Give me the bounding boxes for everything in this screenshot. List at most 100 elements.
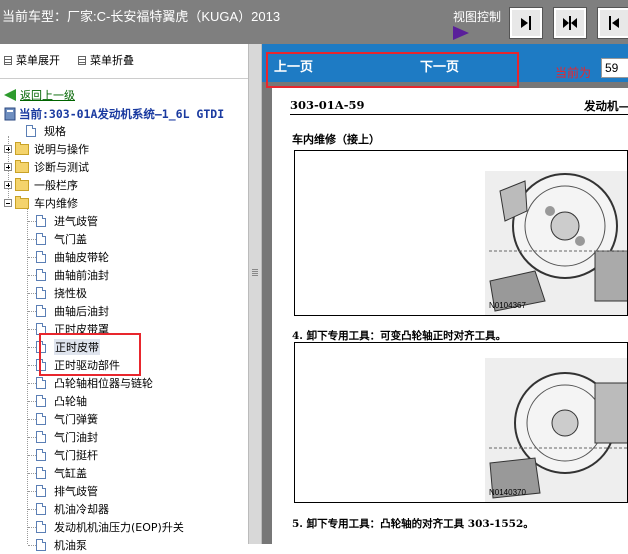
page-header: 发动机— <box>584 99 628 113</box>
expand-toggle-icon[interactable] <box>4 181 12 189</box>
tree-item-label: 气门盖 <box>54 233 87 246</box>
expand-toggle-icon[interactable] <box>4 163 12 171</box>
tree-connector <box>28 347 36 348</box>
back-link[interactable]: 返回上一级 <box>4 87 75 103</box>
document-icon <box>36 377 46 389</box>
tree-item[interactable]: 气门挺杆 <box>36 446 98 464</box>
tree-item[interactable]: 曲轴皮带轮 <box>36 248 109 266</box>
content-panel: 上一页 下一页 当前为 303-01A-59 发动机— 车内维修（接上） N01… <box>262 44 628 544</box>
tree-connector <box>28 545 36 546</box>
expand-right-button[interactable] <box>509 7 543 39</box>
tree-connector <box>28 401 36 402</box>
document-icon <box>36 395 46 407</box>
folder-icon <box>15 177 29 191</box>
tree-item-label: 气门弹簧 <box>54 413 98 426</box>
tree-item-label: 进气歧管 <box>54 215 98 228</box>
step-4: 4. 卸下专用工具：可变凸轮轴正时对齐工具。 <box>292 330 507 342</box>
document-icon <box>36 305 46 317</box>
section-title: 车内维修（接上） <box>292 133 380 146</box>
tree-item-label: 规格 <box>44 125 66 138</box>
tree-item-label: 气门挺杆 <box>54 449 98 462</box>
expand-left-button[interactable] <box>597 7 628 39</box>
split-view-icon <box>563 16 577 30</box>
menu-collapse-button[interactable]: 菜单折叠 <box>78 52 134 68</box>
document-icon <box>36 485 46 497</box>
tree-item-spec[interactable]: 规格 <box>26 122 66 140</box>
tree-item[interactable]: 凸轮轴 <box>36 392 87 410</box>
document-icon <box>36 215 46 227</box>
current-page-input[interactable] <box>601 58 628 78</box>
expand-toggle-icon[interactable] <box>4 145 12 153</box>
tree-connector <box>28 527 36 528</box>
tree-folder-label: 一般栏序 <box>34 179 78 192</box>
list-icon <box>4 55 12 65</box>
panel-splitter[interactable] <box>248 44 262 544</box>
highlight-box <box>266 52 519 88</box>
tree-connector <box>28 329 36 330</box>
camshaft-gear-illustration <box>485 171 627 315</box>
current-page-label: 当前为 <box>555 66 592 80</box>
tree-item[interactable]: 挠性极 <box>36 284 87 302</box>
tree-item-label: 气门油封 <box>54 431 98 444</box>
tree-item-label: 曲轴前油封 <box>54 269 109 282</box>
tree-item[interactable]: 气门盖 <box>36 230 87 248</box>
collapse-left-icon <box>521 16 531 30</box>
tree-folder[interactable]: 诊断与测试 <box>4 158 89 176</box>
tree-item[interactable]: 曲轴前油封 <box>36 266 109 284</box>
collapse-toggle-icon[interactable] <box>4 199 12 207</box>
document-icon <box>36 413 46 425</box>
tree-connector <box>28 311 36 312</box>
folder-open-icon <box>15 195 29 209</box>
document-icon <box>36 539 46 551</box>
current-path: 当前:303-01A发动机系统—1_6L GTDI <box>4 106 224 122</box>
header-rule <box>290 114 628 115</box>
document-icon <box>26 125 36 137</box>
tree-folder[interactable]: 一般栏序 <box>4 176 78 194</box>
figure-2: N0140370 <box>294 342 628 503</box>
tree-connector <box>28 275 36 276</box>
tree-connector <box>28 383 36 384</box>
tree-item-label: 排气歧管 <box>54 485 98 498</box>
tree-connector <box>28 221 36 222</box>
tree-item-label: 凸轮轴 <box>54 395 87 408</box>
tree-item[interactable]: 机油冷却器 <box>36 500 109 518</box>
tree-item[interactable]: 发动机机油压力(EOP)升关 <box>36 518 184 536</box>
tree-connector <box>28 239 36 240</box>
folder-icon <box>15 159 29 173</box>
tree-item-label: 凸轮轴相位器与链轮 <box>54 377 153 390</box>
tree-item[interactable]: 机油泵 <box>36 536 87 554</box>
tree-connector <box>28 509 36 510</box>
tree-connector <box>28 473 36 474</box>
menu-expand-label: 菜单展开 <box>16 54 60 67</box>
tree-item[interactable]: 排气歧管 <box>36 482 98 500</box>
tree-item[interactable]: 曲轴后油封 <box>36 302 109 320</box>
tree-connector <box>28 257 36 258</box>
tree-item[interactable]: 凸轮轴相位器与链轮 <box>36 374 153 392</box>
figure-id: N0104367 <box>489 301 526 310</box>
tree-item[interactable]: 气门弹簧 <box>36 410 98 428</box>
document-icon <box>36 467 46 479</box>
current-vehicle-title: 当前车型：厂家:C-长安福特翼虎（KUGA）2013 <box>2 9 281 24</box>
view-control-label: 视图控制 <box>453 10 502 24</box>
tree-item[interactable]: 进气歧管 <box>36 212 98 230</box>
tree-connector <box>28 365 36 366</box>
split-view-button[interactable] <box>553 7 587 39</box>
document-icon <box>36 449 46 461</box>
book-icon <box>4 107 16 121</box>
top-header: 当前车型：厂家:C-长安福特翼虎（KUGA）2013 视图控制 <box>0 0 628 44</box>
tree-item[interactable]: 气缸盖 <box>36 464 87 482</box>
tree-item-label: 发动机机油压力(EOP)升关 <box>54 521 184 534</box>
menu-expand-button[interactable]: 菜单展开 <box>4 52 60 68</box>
manual-page: 303-01A-59 发动机— 车内维修（接上） N0104367 4. 卸下专… <box>272 88 628 544</box>
view-control-arrow-icon <box>453 26 469 40</box>
tree-folder[interactable]: 说明与操作 <box>4 140 89 158</box>
document-icon <box>36 287 46 299</box>
document-icon <box>36 251 46 263</box>
step-5: 5. 卸下专用工具：凸轮轴的对齐工具 303-1552。 <box>292 518 534 530</box>
tree-item-label: 曲轴皮带轮 <box>54 251 109 264</box>
tree-item[interactable]: 气门油封 <box>36 428 98 446</box>
tree-folder-expanded[interactable]: 车内维修 <box>4 194 78 212</box>
back-arrow-icon <box>4 89 16 101</box>
menu-panel: 菜单展开 菜单折叠 返回上一级 当前:303-01A发动机系统—1_6L GTD… <box>0 44 248 552</box>
document-icon <box>36 521 46 533</box>
